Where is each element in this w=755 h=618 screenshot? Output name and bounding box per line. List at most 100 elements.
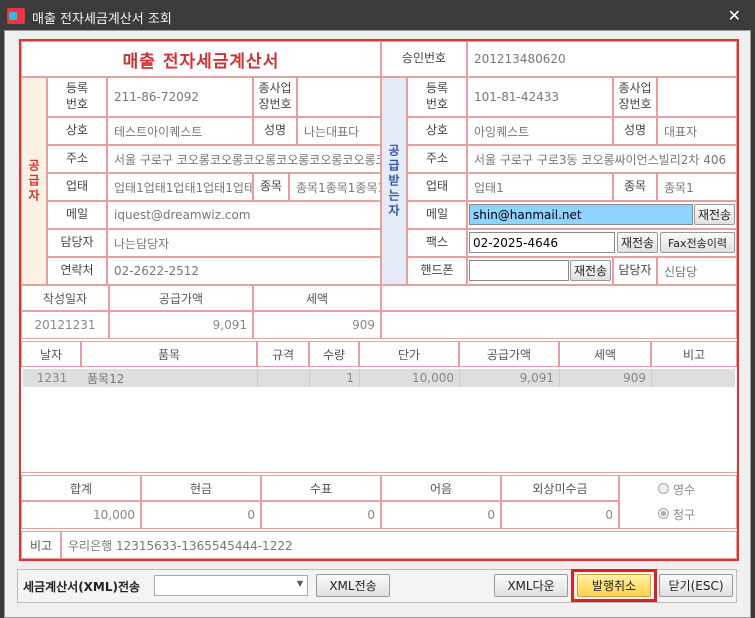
supplier-name-label: 성명: [253, 117, 297, 145]
claim-label: 청구: [673, 508, 696, 522]
receiver-fax-input[interactable]: 02-2025-4646: [469, 232, 615, 253]
col-tax: 세액: [559, 341, 651, 367]
window-title: 매출 전자세금계산서 조회: [32, 12, 172, 27]
supplier-contact: 02-2622-2512: [107, 257, 381, 285]
email-resend-button[interactable]: 재전송: [694, 204, 735, 225]
tax-value: 909: [253, 311, 381, 339]
summary-blank-2: [381, 311, 737, 339]
supplier-address: 서울 구로구 코오롱코오롱코오롱코오롱코오롱코오롱코오롱코: [107, 145, 381, 173]
action-bar: 세금계산서(XML)전송 ▼ XML전송 XML다운 발행취소 닫기(ESC): [17, 569, 737, 603]
supplier-name: 나는대표다: [297, 117, 381, 145]
row-price: 10,000: [359, 369, 459, 387]
supplier-section-label: 공급자: [21, 77, 47, 285]
receiver-mobile-input[interactable]: [469, 260, 569, 281]
supplier-sub-biz: [297, 77, 381, 117]
row-item: 품목12: [87, 371, 125, 386]
receiver-manager-label: 담당자: [613, 257, 657, 285]
tax-label: 세액: [253, 285, 381, 311]
supplier-company-label: 상호: [47, 117, 107, 145]
receipt-label: 영수: [673, 483, 696, 497]
receiver-address: 서울 구로구 구로3동 코오롱싸이언스빌리2차 406: [467, 145, 737, 173]
supplier-email: iquest@dreamwiz.com: [107, 201, 381, 229]
supplier-manager-label: 담당자: [47, 229, 107, 257]
check-value: 0: [261, 501, 381, 529]
cash-value: 0: [141, 501, 261, 529]
supplier-address-label: 주소: [47, 145, 107, 173]
col-price: 단가: [359, 341, 459, 367]
invoice-heading: 매출 전자세금계산서: [21, 41, 381, 77]
cancel-issue-button[interactable]: 발행취소: [577, 574, 651, 597]
receiver-name-label: 성명: [613, 117, 657, 145]
xml-download-button[interactable]: XML다운: [494, 574, 568, 597]
receiver-manager: 신담당: [657, 257, 737, 285]
supplier-biz-item: 종목1종목1종목1: [289, 173, 381, 201]
mobile-resend-button[interactable]: 재전송: [570, 260, 611, 281]
supplier-contact-label: 연락처: [47, 257, 107, 285]
receiver-reg-no-label: 등록 번호: [407, 77, 467, 117]
close-button[interactable]: 닫기(ESC): [659, 574, 733, 597]
receipt-type-group: 영수 청구: [619, 475, 737, 529]
receiver-company: 아잉퀘스트: [467, 117, 613, 145]
fax-history-button[interactable]: Fax전송이력: [660, 232, 735, 253]
chevron-down-icon[interactable]: ▼: [297, 579, 303, 588]
cash-header: 현금: [141, 475, 261, 501]
receiver-biz-type: 업태1: [467, 173, 613, 201]
receiver-address-label: 주소: [407, 145, 467, 173]
col-date: 날자: [21, 341, 81, 367]
xml-send-select[interactable]: ▼: [154, 575, 308, 596]
col-supply: 공급가액: [459, 341, 559, 367]
receiver-biz-item-label: 종목: [613, 173, 657, 201]
total-value: 10,000: [21, 501, 141, 529]
supplier-email-label: 메일: [47, 201, 107, 229]
row-note: [651, 369, 735, 387]
receipt-radio[interactable]: 영수: [658, 481, 695, 498]
table-row[interactable]: 1231 품목12 1 10,000 9,091 909: [23, 369, 735, 387]
receiver-company-label: 상호: [407, 117, 467, 145]
receiver-email-input[interactable]: shin@hanmail.net: [469, 204, 693, 225]
row-spec: [257, 369, 309, 387]
bill-value: 0: [381, 501, 501, 529]
receiver-section-label: 공급받는자: [381, 77, 407, 285]
col-qty: 수량: [309, 341, 359, 367]
title-bar: 매출 전자세금계산서 조회 ✕: [0, 0, 755, 30]
date-label: 작성일자: [21, 285, 109, 311]
supply-value: 9,091: [109, 311, 253, 339]
supply-label: 공급가액: [109, 285, 253, 311]
supplier-reg-no: 211-86-72092: [107, 77, 253, 117]
col-note: 비고: [651, 341, 737, 367]
col-spec: 규격: [257, 341, 309, 367]
credit-header: 외상미수금: [501, 475, 619, 501]
dialog-body: 매출 전자세금계산서 승인번호 201213480620 공급자 등록 번호 2…: [4, 30, 751, 618]
supplier-biz-item-label: 종목: [253, 173, 289, 201]
total-header: 합계: [21, 475, 141, 501]
supplier-manager: 나는담당자: [107, 229, 381, 257]
receiver-sub-biz: [657, 77, 737, 117]
receipt-radio-icon[interactable]: [658, 483, 669, 494]
summary-blank: [381, 285, 737, 311]
close-window-icon[interactable]: ✕: [728, 6, 741, 25]
fax-resend-button[interactable]: 재전송: [617, 232, 658, 253]
xml-send-label: 세금계산서(XML)전송: [23, 580, 141, 594]
claim-radio[interactable]: 청구: [658, 506, 695, 523]
row-supply: 9,091: [459, 369, 559, 387]
receiver-sub-biz-label: 종사업 장번호: [613, 77, 657, 117]
receiver-email-label: 메일: [407, 201, 467, 229]
date-value: 20121231: [21, 311, 109, 339]
xml-send-button[interactable]: XML전송: [316, 574, 390, 597]
receiver-mobile-label: 핸드폰: [407, 257, 467, 285]
receiver-biz-item: 종목1: [657, 173, 737, 201]
invoice-frame: 매출 전자세금계산서 승인번호 201213480620 공급자 등록 번호 2…: [19, 39, 739, 561]
app-icon: [7, 8, 25, 24]
receiver-name: 대표자: [657, 117, 737, 145]
receiver-fax-label: 팩스: [407, 229, 467, 257]
bill-header: 어음: [381, 475, 501, 501]
credit-value: 0: [501, 501, 619, 529]
supplier-sub-biz-label: 종사업 장번호: [253, 77, 297, 117]
approval-value: 201213480620: [467, 41, 737, 77]
col-item: 품목: [81, 341, 257, 367]
row-qty: 1: [309, 369, 359, 387]
items-table: 날자 품목 규격 수량 단가 공급가액 세액 비고 1231 품목12 1 10…: [21, 341, 737, 473]
supplier-reg-no-label: 등록 번호: [47, 77, 107, 117]
supplier-company: 테스트아이퀘스트: [107, 117, 253, 145]
claim-radio-icon[interactable]: [658, 508, 669, 519]
